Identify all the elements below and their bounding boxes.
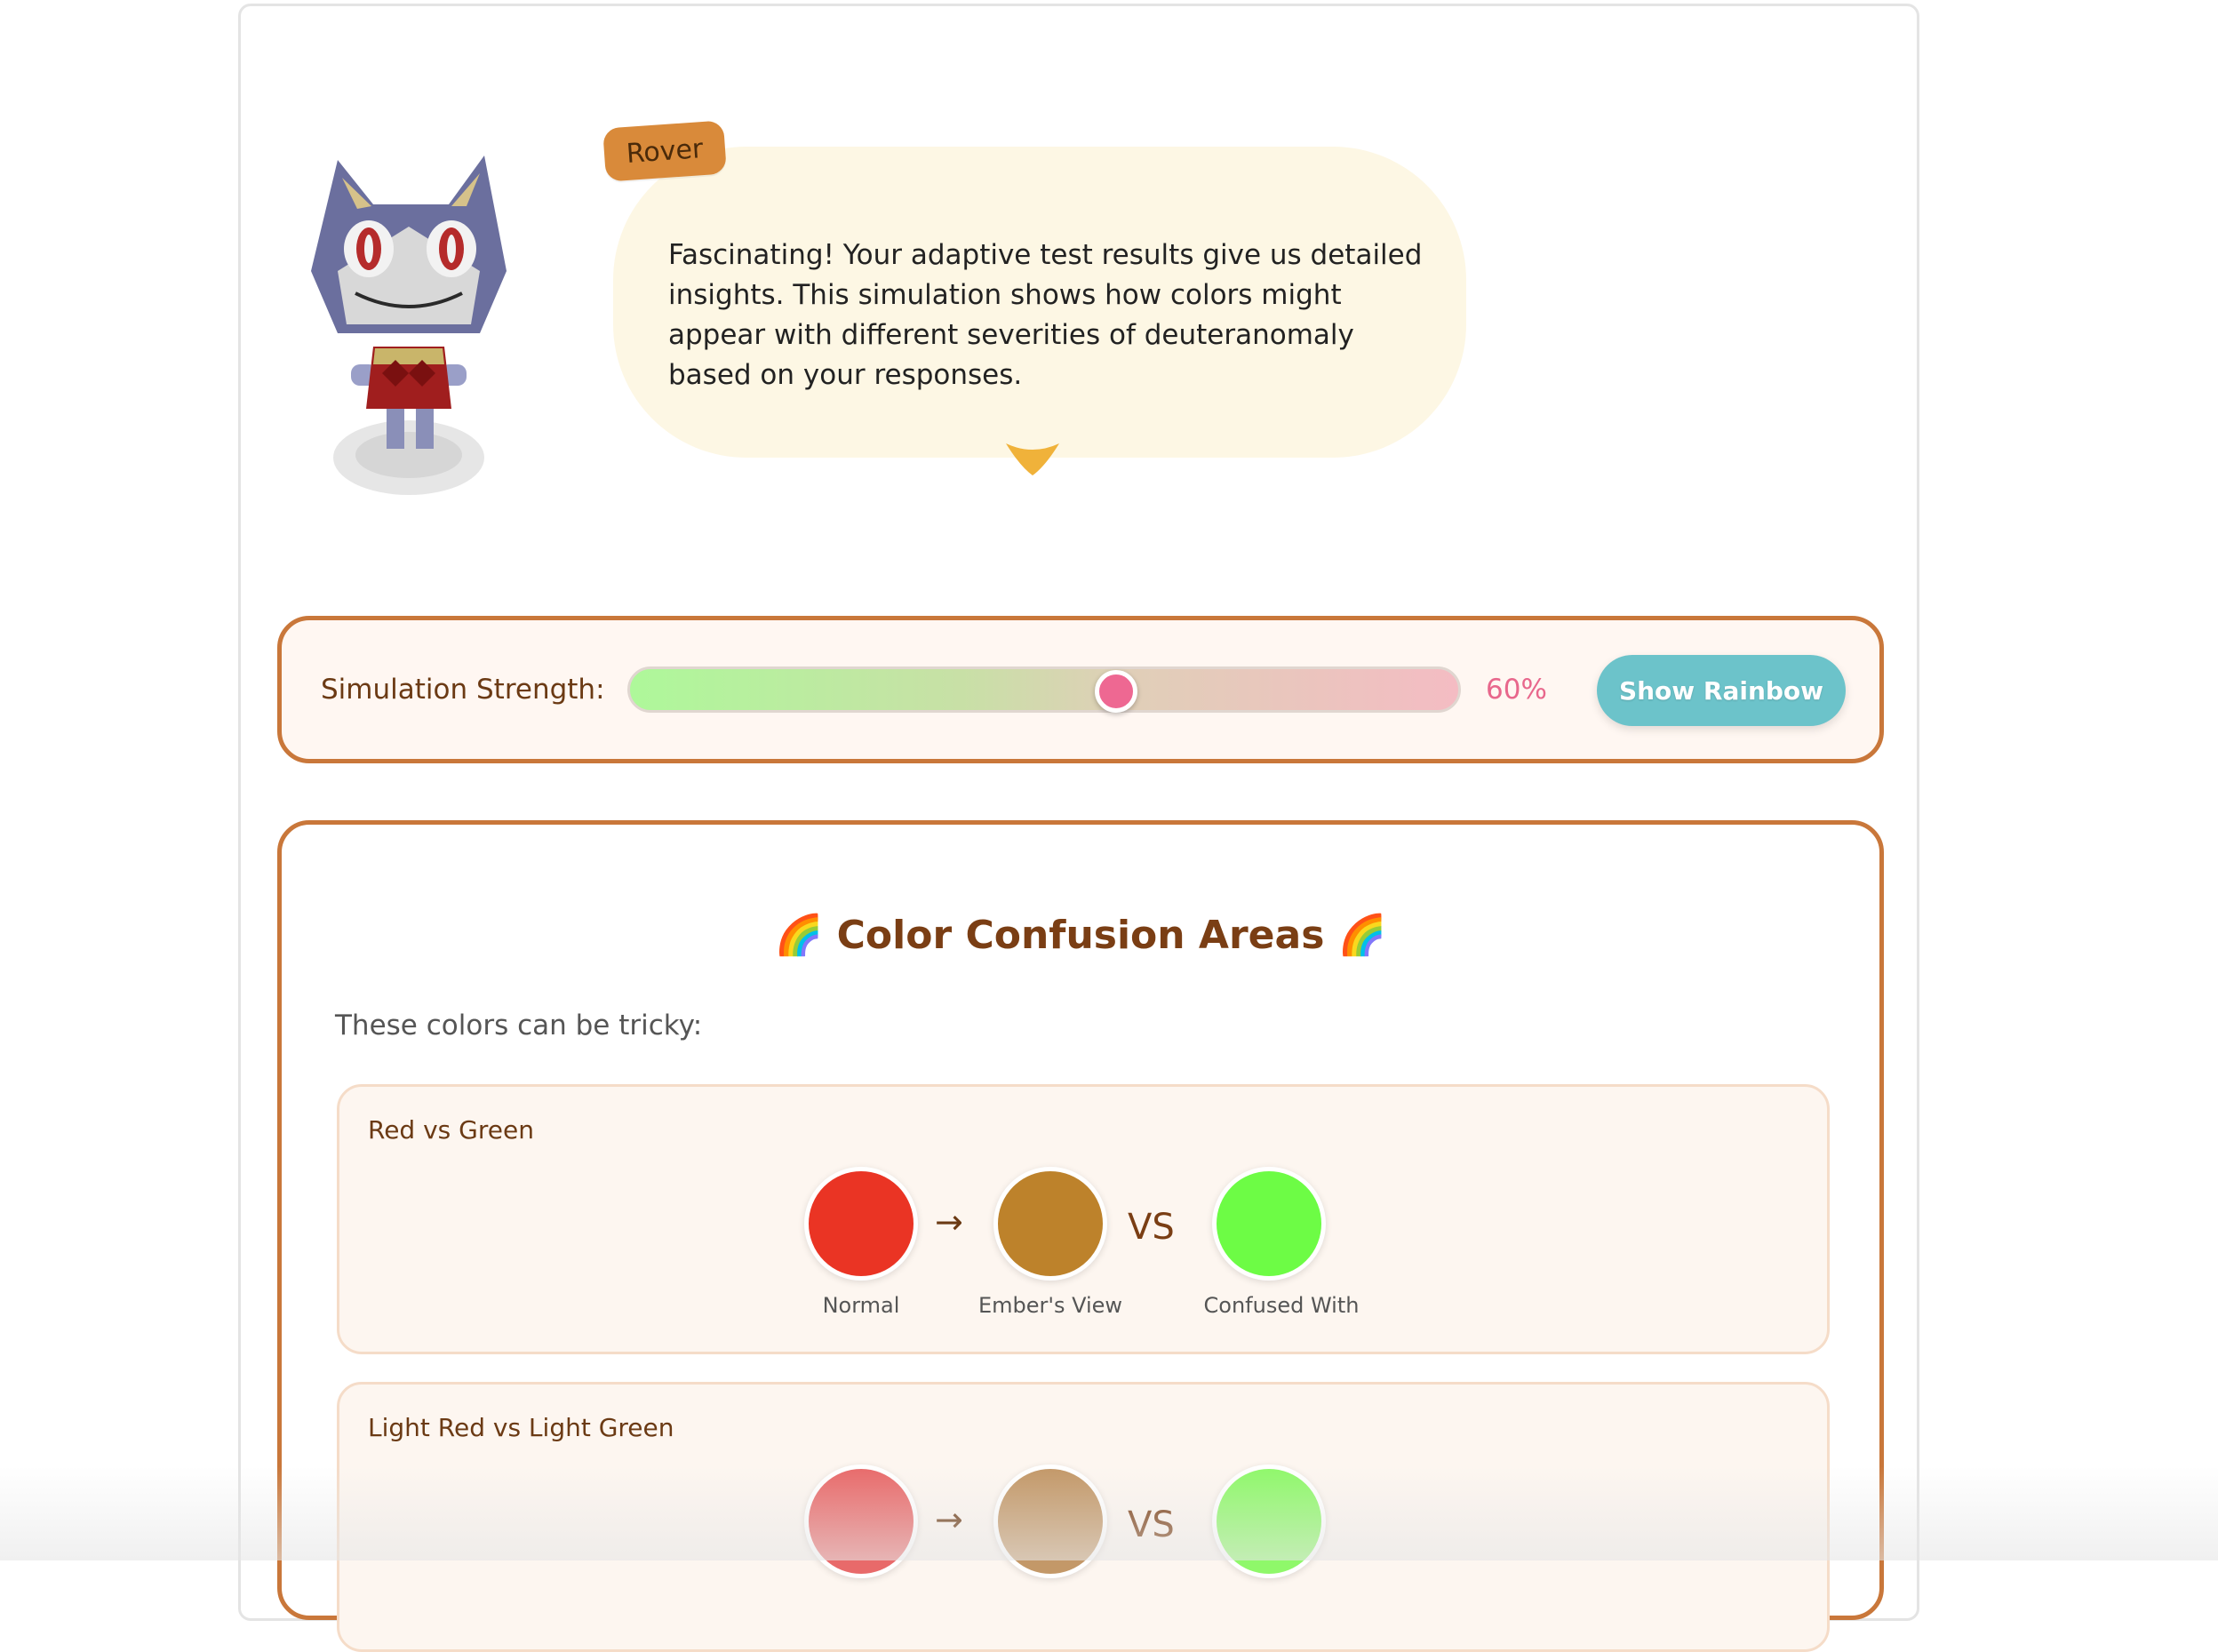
simulation-strength-value: 60%	[1486, 674, 1547, 706]
simulated-caption: Ember's View	[977, 1293, 1123, 1318]
panel-title-text: Color Confusion Areas	[836, 913, 1325, 958]
normal-color-swatch	[804, 1167, 918, 1281]
vs-label: VS	[1128, 1207, 1175, 1248]
confusion-pair: Red vs Green → VS Normal Ember's View Co…	[337, 1084, 1830, 1354]
confused-color-swatch	[1212, 1167, 1326, 1281]
panel-title: 🌈 Color Confusion Areas 🌈	[282, 912, 1879, 958]
show-rainbow-button[interactable]: Show Rainbow	[1597, 655, 1846, 726]
arrow-icon: →	[935, 1202, 963, 1241]
simulation-strength-label: Simulation Strength:	[321, 674, 605, 706]
confusion-pair-title: Light Red vs Light Green	[368, 1413, 674, 1442]
simulated-color-swatch	[993, 1464, 1107, 1578]
slider-thumb[interactable]	[1095, 670, 1138, 713]
arrow-icon: →	[935, 1500, 963, 1539]
confused-caption: Confused With	[1203, 1293, 1360, 1318]
speech-bubble: Rover Fascinating! Your adaptive test re…	[578, 116, 1502, 489]
rainbow-icon: 🌈	[1337, 913, 1387, 958]
normal-color-swatch	[804, 1464, 918, 1578]
vs-label: VS	[1128, 1504, 1175, 1545]
simulation-controls: Simulation Strength: 60% Show Rainbow	[277, 616, 1884, 763]
rainbow-icon: 🌈	[774, 913, 824, 958]
simulation-strength-slider[interactable]	[627, 666, 1461, 713]
color-confusion-panel: 🌈 Color Confusion Areas 🌈 These colors c…	[277, 820, 1884, 1652]
panel-subtitle: These colors can be tricky:	[335, 1010, 703, 1041]
character-avatar	[293, 107, 560, 515]
confusion-pair: Light Red vs Light Green → VS	[337, 1382, 1830, 1652]
normal-caption: Normal	[822, 1293, 900, 1318]
confused-color-swatch	[1212, 1464, 1326, 1578]
speech-bubble-text: Fascinating! Your adaptive test results …	[668, 239, 1423, 391]
confusion-pair-title: Red vs Green	[368, 1115, 534, 1145]
character-name-tag: Rover	[602, 120, 727, 182]
speech-bubble-tail-icon	[1006, 443, 1059, 475]
simulated-color-swatch	[993, 1167, 1107, 1281]
